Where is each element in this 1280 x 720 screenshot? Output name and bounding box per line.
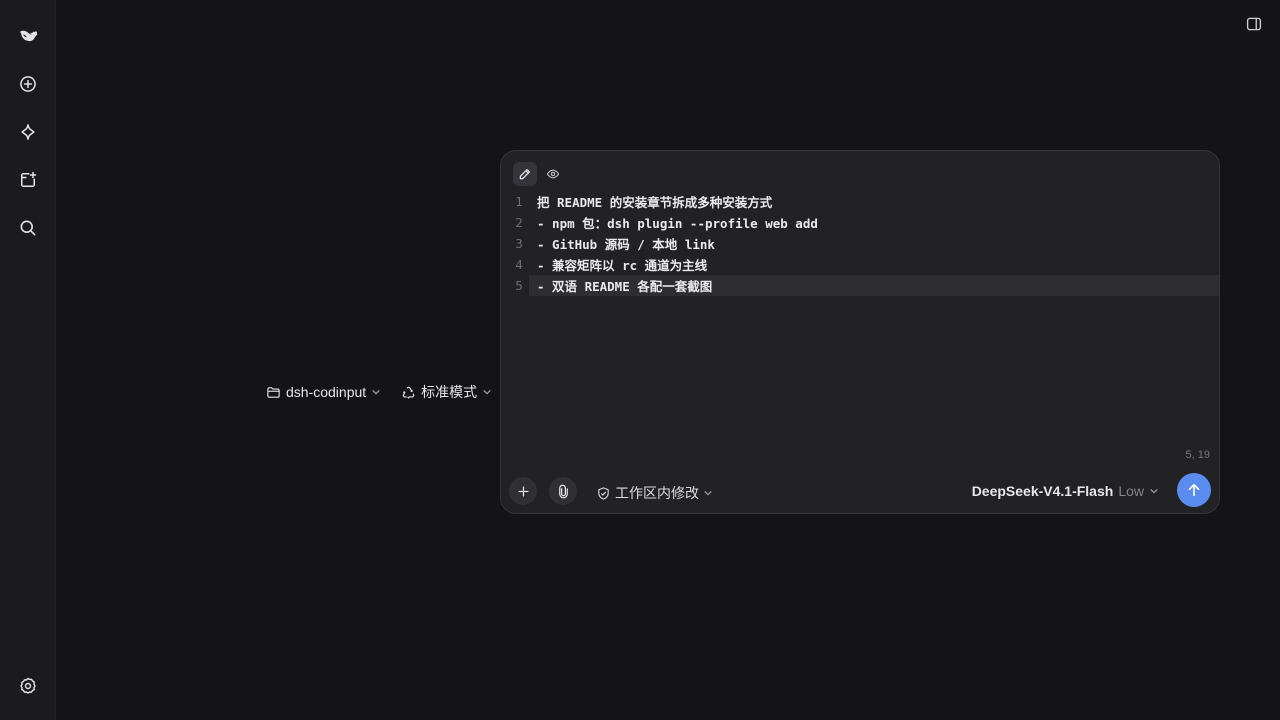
chevron-down-icon xyxy=(372,390,380,395)
editor-line: 4 - 兼容矩阵以 rc 通道为主线 xyxy=(501,254,1219,275)
editor-line-current: 5 - 双语 README 各配一套截图 xyxy=(515,275,1219,296)
model-selector[interactable]: DeepSeek-V4.1-Flash Low xyxy=(972,483,1159,499)
cursor-position: 5, 19 xyxy=(1185,449,1210,461)
explore-button[interactable] xyxy=(12,116,44,148)
chevron-down-icon xyxy=(1150,489,1158,494)
line-text: - 双语 README 各配一套截图 xyxy=(537,279,713,294)
line-number: 1 xyxy=(515,194,523,209)
whale-logo-icon[interactable] xyxy=(12,20,44,52)
new-chat-button[interactable] xyxy=(12,68,44,100)
folder-selector[interactable]: dsh-codinput xyxy=(266,384,381,400)
paperclip-icon xyxy=(558,484,568,498)
mode-selector[interactable]: 标准模式 xyxy=(401,382,492,402)
line-number: 2 xyxy=(515,215,523,230)
context-bar: dsh-codinput 标准模式 xyxy=(266,381,492,403)
line-number: 3 xyxy=(515,236,523,251)
sidebar xyxy=(0,0,56,720)
editor-line: 3 - GitHub 源码 / 本地 link xyxy=(501,233,1219,254)
code-editor[interactable]: 1 把 README 的安装章节拆成多种安装方式 2 - npm 包：dsh p… xyxy=(501,191,1219,296)
shield-check-icon xyxy=(598,486,609,500)
composer-toolbar: 工作区内修改 DeepSeek-V4.1-Flash Low xyxy=(501,471,1219,513)
plus-circle-icon xyxy=(20,76,36,92)
folder-icon xyxy=(267,386,280,398)
line-text: 把 README 的安装章节拆成多种安装方式 xyxy=(537,195,773,210)
sparkle-icon xyxy=(21,124,35,140)
edit-tab[interactable] xyxy=(513,162,537,186)
line-text: - GitHub 源码 / 本地 link xyxy=(537,237,715,252)
chevron-down-icon xyxy=(483,390,491,395)
permission-selector[interactable]: 工作区内修改 xyxy=(596,483,713,503)
line-number: 4 xyxy=(515,257,523,272)
line-number: 5 xyxy=(515,278,523,293)
add-button[interactable] xyxy=(509,477,537,505)
search-icon xyxy=(20,220,36,236)
sidebar-right-icon xyxy=(1246,17,1262,31)
window-plus-icon xyxy=(21,171,37,187)
panel-toggle-button[interactable] xyxy=(1242,12,1266,36)
recycle-icon xyxy=(402,386,415,399)
settings-button[interactable] xyxy=(12,670,44,702)
attach-button[interactable] xyxy=(549,477,577,505)
editor-line: 1 把 README 的安装章节拆成多种安装方式 xyxy=(501,191,1219,212)
permission-label: 工作区内修改 xyxy=(615,485,699,501)
pencil-icon xyxy=(519,169,530,180)
effort-level: Low xyxy=(1118,483,1144,499)
arrow-up-icon xyxy=(1188,483,1200,497)
composer: 1 把 README 的安装章节拆成多种安装方式 2 - npm 包：dsh p… xyxy=(500,150,1220,514)
gear-icon xyxy=(20,677,36,694)
line-text: - 兼容矩阵以 rc 通道为主线 xyxy=(537,258,708,273)
model-name: DeepSeek-V4.1-Flash xyxy=(971,483,1114,499)
folder-name: dsh-codinput xyxy=(286,384,367,400)
eye-icon xyxy=(546,169,560,179)
send-button[interactable] xyxy=(1177,473,1211,507)
search-button[interactable] xyxy=(12,212,44,244)
line-text: - npm 包：dsh plugin --profile web add xyxy=(537,216,818,231)
preview-tab[interactable] xyxy=(541,162,565,186)
chevron-down-icon xyxy=(704,491,712,496)
editor-line: 2 - npm 包：dsh plugin --profile web add xyxy=(501,212,1219,233)
editor-mode-tabs xyxy=(513,162,565,186)
mode-name: 标准模式 xyxy=(421,384,478,400)
new-window-button[interactable] xyxy=(12,164,44,196)
plus-icon xyxy=(518,486,528,496)
